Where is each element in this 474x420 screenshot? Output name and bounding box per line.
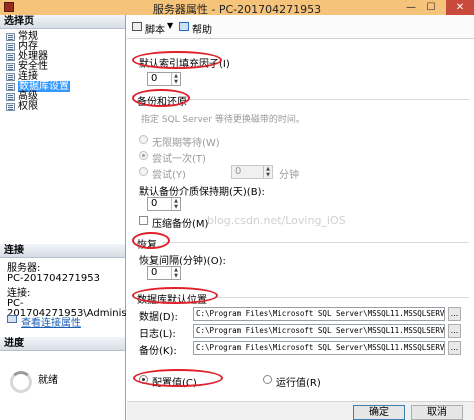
script-button[interactable]: 脚本 [132, 21, 165, 36]
try-radio[interactable] [139, 167, 148, 176]
wait-indefinitely-label: 无限期等待(W) [152, 138, 220, 149]
toolbar: 脚本 ▼ 帮助 [127, 15, 474, 39]
spin-down-icon[interactable]: ▼ [172, 273, 180, 279]
group-divider [189, 99, 469, 100]
select-page-header: 选择页 [0, 15, 125, 29]
try-once-label: 尝试一次(T) [152, 154, 206, 165]
retention-input[interactable]: 0 ▲ ▼ [147, 197, 181, 211]
running-values-label: 运行值(R) [276, 378, 321, 389]
backup-location-label: 备份(K): [139, 346, 177, 357]
try-once-radio[interactable] [139, 151, 148, 160]
progress-spinner-icon [10, 371, 32, 393]
log-browse-button[interactable]: ... [448, 324, 461, 338]
group-divider [163, 242, 469, 243]
progress-status: 就绪 [38, 375, 58, 386]
progress-header: 进度 [0, 337, 125, 351]
help-icon [179, 22, 189, 31]
close-button[interactable]: ✕ [446, 0, 474, 15]
log-location-input[interactable]: C:\Program Files\Microsoft SQL Server\MS… [193, 324, 445, 338]
recovery-interval-label: 恢复间隔(分钟)(O): [139, 256, 226, 267]
data-browse-button[interactable]: ... [448, 307, 461, 321]
right-pane: 脚本 ▼ 帮助 默认索引填充因子(I) 0 ▲ ▼ 备份和还原 指定 SQL Se… [127, 15, 474, 420]
try-minutes-input[interactable]: 0 ▲ ▼ [231, 165, 273, 179]
minutes-label: 分钟 [279, 170, 299, 181]
minimize-button[interactable]: — [404, 2, 418, 13]
page-nav: 常规 内存 处理器 安全性 连接 数据库设置 高级 权限 [4, 32, 122, 112]
recovery-interval-value: 0 [151, 267, 158, 278]
server-value: PC-201704271953 [7, 273, 100, 284]
left-pane: 选择页 常规 内存 处理器 安全性 连接 数据库设置 高级 权限 连接 服务器:… [0, 15, 145, 420]
view-connection-properties-link[interactable]: 查看连接属性 [7, 314, 81, 329]
try-minutes-value: 0 [235, 166, 242, 177]
spin-arrows-icon[interactable]: ▲ ▼ [171, 267, 180, 279]
nav-item-permissions[interactable]: 权限 [4, 102, 122, 112]
log-location-label: 日志(L): [139, 329, 176, 340]
wait-indefinitely-radio[interactable] [139, 135, 148, 144]
compress-backup-label: 压缩备份(M) [152, 219, 209, 230]
help-button[interactable]: 帮助 [179, 21, 212, 36]
script-icon [132, 22, 142, 31]
nav-item-label: 权限 [18, 101, 38, 112]
title-bar: 服务器属性 - PC-201704271953 — ☐ ✕ [0, 0, 474, 16]
maximize-button[interactable]: ☐ [424, 2, 438, 13]
spin-down-icon[interactable]: ▼ [172, 79, 180, 85]
group-divider [215, 297, 469, 298]
page-icon [6, 73, 15, 81]
backup-restore-header: 备份和还原 [137, 97, 187, 108]
try-label: 尝试(Y) [152, 170, 186, 181]
connection-header: 连接 [0, 244, 125, 258]
fill-factor-value: 0 [151, 73, 158, 84]
spin-arrows-icon[interactable]: ▲ ▼ [263, 166, 272, 178]
db-default-locations-header: 数据库默认位置 [137, 295, 207, 306]
cancel-button[interactable]: 取消 [411, 405, 463, 420]
compress-backup-checkbox[interactable] [139, 216, 148, 225]
dialog-button-bar: 确定 取消 [127, 401, 474, 420]
configured-values-label: 配置值(C) [152, 378, 197, 389]
spin-down-icon[interactable]: ▼ [172, 204, 180, 210]
spin-arrows-icon[interactable]: ▲ ▼ [171, 73, 180, 85]
script-dropdown-arrow-icon[interactable]: ▼ [167, 21, 173, 30]
fill-factor-label: 默认索引填充因子(I) [139, 59, 230, 70]
connection-properties-icon [7, 315, 17, 323]
ok-button[interactable]: 确定 [353, 405, 405, 420]
fill-factor-input[interactable]: 0 ▲ ▼ [147, 72, 181, 86]
page-icon [6, 33, 15, 41]
data-location-input[interactable]: C:\Program Files\Microsoft SQL Server\MS… [193, 307, 445, 321]
running-values-radio[interactable] [263, 375, 272, 384]
link-label: 查看连接属性 [21, 318, 81, 329]
configured-values-radio[interactable] [139, 375, 148, 384]
tape-wait-hint: 指定 SQL Server 等待更换磁带的时间。 [141, 115, 305, 125]
page-icon [6, 43, 15, 51]
watermark: blog.csdn.net/Loving_iOS [207, 214, 346, 227]
help-label: 帮助 [192, 25, 212, 36]
data-location-label: 数据(D): [139, 312, 178, 323]
spin-down-icon[interactable]: ▼ [264, 172, 272, 178]
page-icon [6, 83, 15, 91]
recovery-interval-input[interactable]: 0 ▲ ▼ [147, 266, 181, 280]
page-icon [6, 63, 15, 71]
recovery-header: 恢复 [137, 240, 157, 251]
spin-arrows-icon[interactable]: ▲ ▼ [171, 198, 180, 210]
page-icon [6, 103, 15, 111]
backup-location-input[interactable]: C:\Program Files\Microsoft SQL Server\MS… [193, 341, 445, 355]
retention-value: 0 [151, 198, 158, 209]
retention-label: 默认备份介质保持期(天)(B): [139, 187, 265, 198]
backup-browse-button[interactable]: ... [448, 341, 461, 355]
page-icon [6, 93, 15, 101]
page-icon [6, 53, 15, 61]
script-label: 脚本 [145, 25, 165, 36]
